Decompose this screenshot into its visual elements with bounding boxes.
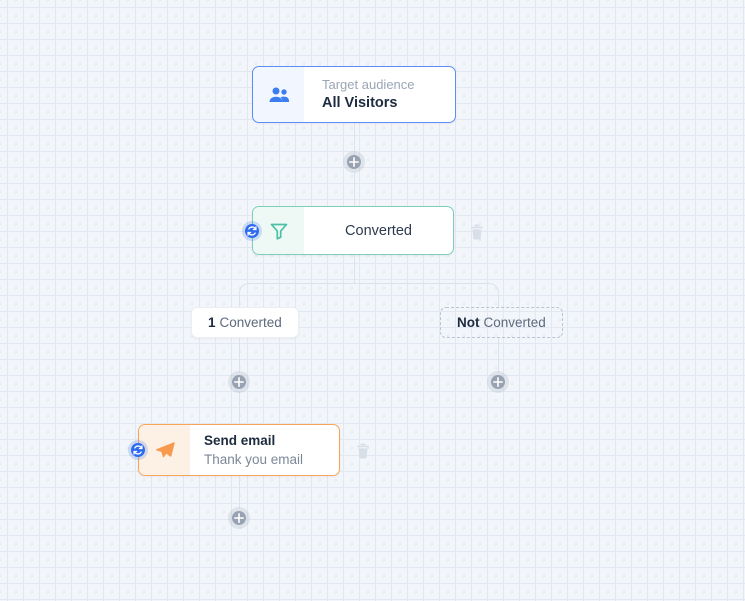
delete-filter-button[interactable]: [467, 221, 487, 243]
delete-email-button[interactable]: [353, 440, 373, 462]
connector-plus-to-email: [239, 392, 240, 424]
sync-icon[interactable]: [128, 440, 148, 460]
users-icon: [253, 67, 304, 122]
add-step-not-converted-branch-button[interactable]: [487, 371, 509, 393]
connector-not-converted-to-plus: [498, 338, 499, 372]
sync-icon[interactable]: [242, 220, 262, 241]
node-send-email[interactable]: Send email Thank you email: [128, 424, 369, 476]
branch-not-converted-label: Converted: [483, 315, 546, 330]
connector-split-bracket: [239, 283, 499, 307]
add-step-after-email-button[interactable]: [228, 507, 250, 529]
connector-plus-to-filter: [354, 173, 355, 206]
branch-converted-label: Converted: [219, 315, 282, 330]
audience-label: Target audience: [322, 77, 415, 92]
email-subtitle: Thank you email: [204, 452, 304, 467]
connector-converted-to-plus: [239, 338, 240, 372]
workflow-canvas[interactable]: Target audience All Visitors Converted 1…: [0, 0, 745, 601]
email-title: Send email: [204, 433, 276, 448]
node-target-audience[interactable]: Target audience All Visitors: [252, 66, 456, 123]
audience-value: All Visitors: [322, 95, 398, 111]
branch-not-converted-count: Not: [457, 315, 480, 330]
branch-converted-count: 1: [208, 315, 216, 330]
add-step-after-audience-button[interactable]: [343, 151, 365, 173]
filter-title: Converted: [345, 222, 412, 239]
branch-label-converted[interactable]: 1 Converted: [191, 307, 299, 338]
branch-label-not-converted[interactable]: Not Converted: [440, 307, 563, 338]
node-filter-converted[interactable]: Converted: [242, 206, 483, 255]
add-step-converted-branch-button[interactable]: [228, 371, 250, 393]
connector-email-to-plus: [239, 476, 240, 508]
connector-filter-to-split: [354, 255, 355, 283]
